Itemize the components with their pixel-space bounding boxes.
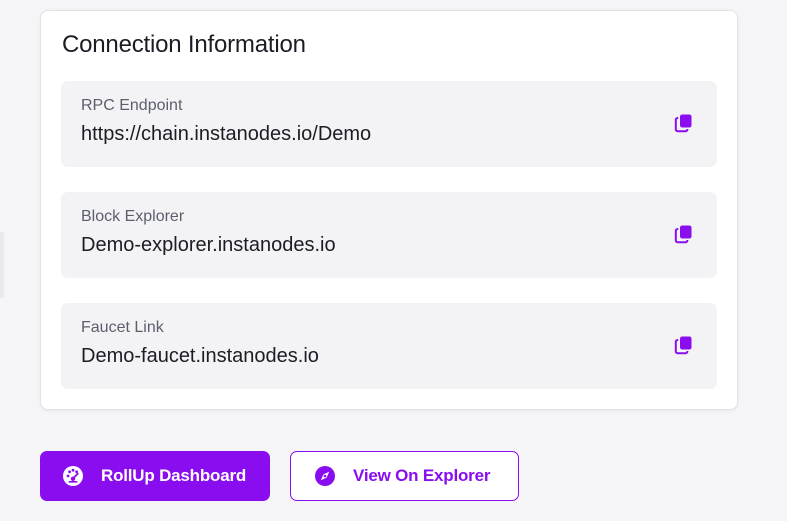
- faucet-link-row: Faucet Link Demo-faucet.instanodes.io: [61, 303, 717, 389]
- view-on-explorer-label: View On Explorer: [353, 466, 491, 485]
- copy-icon: [674, 225, 692, 244]
- rollup-dashboard-label: RollUp Dashboard: [101, 466, 247, 485]
- view-on-explorer-button[interactable]: View On Explorer: [290, 451, 519, 501]
- copy-icon: [674, 114, 692, 133]
- copy-icon: [674, 336, 692, 355]
- card-title: Connection Information: [62, 31, 306, 58]
- copy-block-explorer-button[interactable]: [672, 222, 696, 246]
- block-explorer-label: Block Explorer: [81, 208, 185, 225]
- copy-faucet-link-button[interactable]: [672, 333, 696, 357]
- faucet-link-label: Faucet Link: [81, 319, 164, 336]
- collapsed-panel-edge: [0, 232, 4, 298]
- compass-icon: [314, 465, 336, 487]
- block-explorer-row: Block Explorer Demo-explorer.instanodes.…: [61, 192, 717, 278]
- faucet-link-value: Demo-faucet.instanodes.io: [81, 345, 319, 367]
- copy-rpc-endpoint-button[interactable]: [672, 111, 696, 135]
- rollup-dashboard-button[interactable]: RollUp Dashboard: [40, 451, 270, 501]
- rpc-endpoint-row: RPC Endpoint https://chain.instanodes.io…: [61, 81, 717, 167]
- block-explorer-value: Demo-explorer.instanodes.io: [81, 234, 336, 256]
- connection-information-card: Connection Information RPC Endpoint http…: [40, 10, 738, 410]
- rpc-endpoint-label: RPC Endpoint: [81, 97, 183, 114]
- rpc-endpoint-value: https://chain.instanodes.io/Demo: [81, 123, 372, 145]
- dashboard-gauge-icon: [62, 465, 84, 487]
